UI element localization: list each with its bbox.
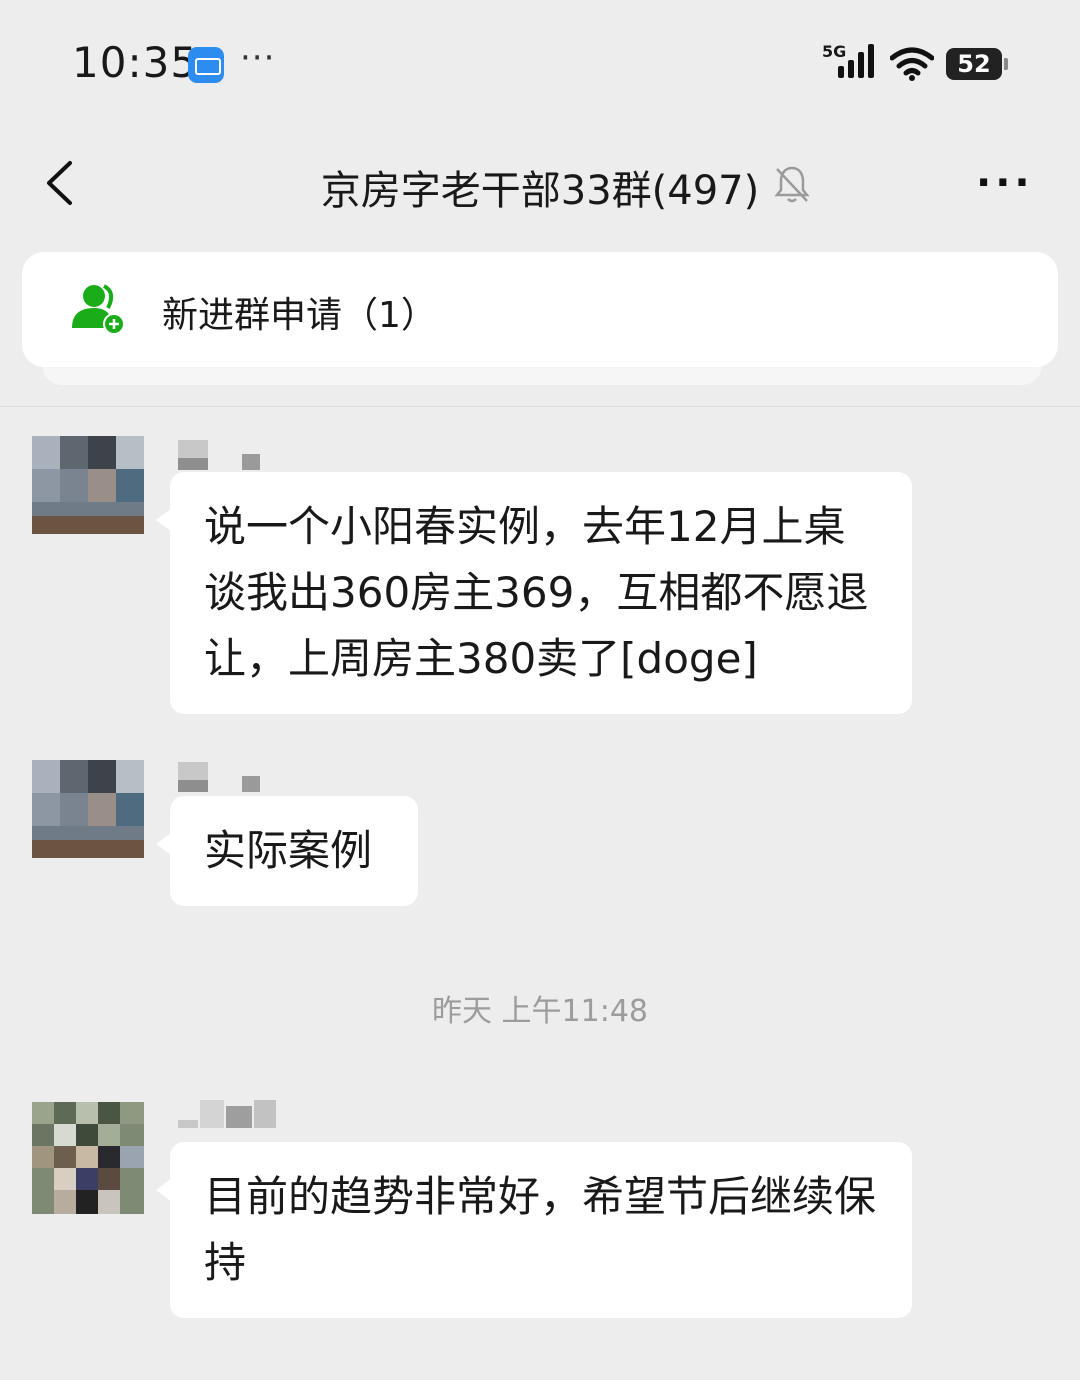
message-timestamp: 昨天 上午11:48 — [432, 994, 648, 1029]
sender-name-redacted — [178, 1100, 278, 1130]
message-bubble[interactable]: 实际案例 — [156, 796, 418, 906]
message-bubble[interactable]: 目前的趋势非常好，希望节后继续保持 — [156, 1142, 912, 1318]
avatar[interactable] — [32, 1102, 144, 1214]
wallet-icon — [188, 47, 224, 83]
sender-name-redacted — [178, 762, 268, 792]
status-time: 10:35 — [72, 38, 199, 87]
wifi-icon — [890, 47, 934, 81]
chat-title: 京房字老干部33群(497) — [0, 158, 1080, 216]
network-type-label: 5G — [822, 42, 847, 61]
chat-title-text: 京房字老干部33群(497) — [320, 168, 760, 214]
message-text: 实际案例 — [204, 826, 373, 875]
add-member-icon — [72, 284, 125, 335]
join-request-label: 新进群申请（1） — [162, 295, 437, 336]
mute-bell-icon — [774, 166, 810, 203]
message-bubble[interactable]: 说一个小阳春实例，去年12月上桌谈我出360房主369，互相都不愿退让，上周房主… — [156, 472, 912, 714]
message-text: 说一个小阳春实例，去年12月上桌谈我出360房主369，互相都不愿退让，上周房主… — [204, 502, 869, 683]
more-dots-icon: ··· — [240, 38, 276, 78]
avatar[interactable] — [32, 760, 144, 858]
battery-icon: 52 — [946, 48, 1008, 80]
divider — [0, 406, 1080, 407]
message-text: 目前的趋势非常好，希望节后继续保持 — [204, 1172, 877, 1287]
sender-name-redacted — [178, 440, 268, 470]
more-icon[interactable]: ··· — [976, 160, 1034, 206]
avatar[interactable] — [32, 436, 144, 534]
